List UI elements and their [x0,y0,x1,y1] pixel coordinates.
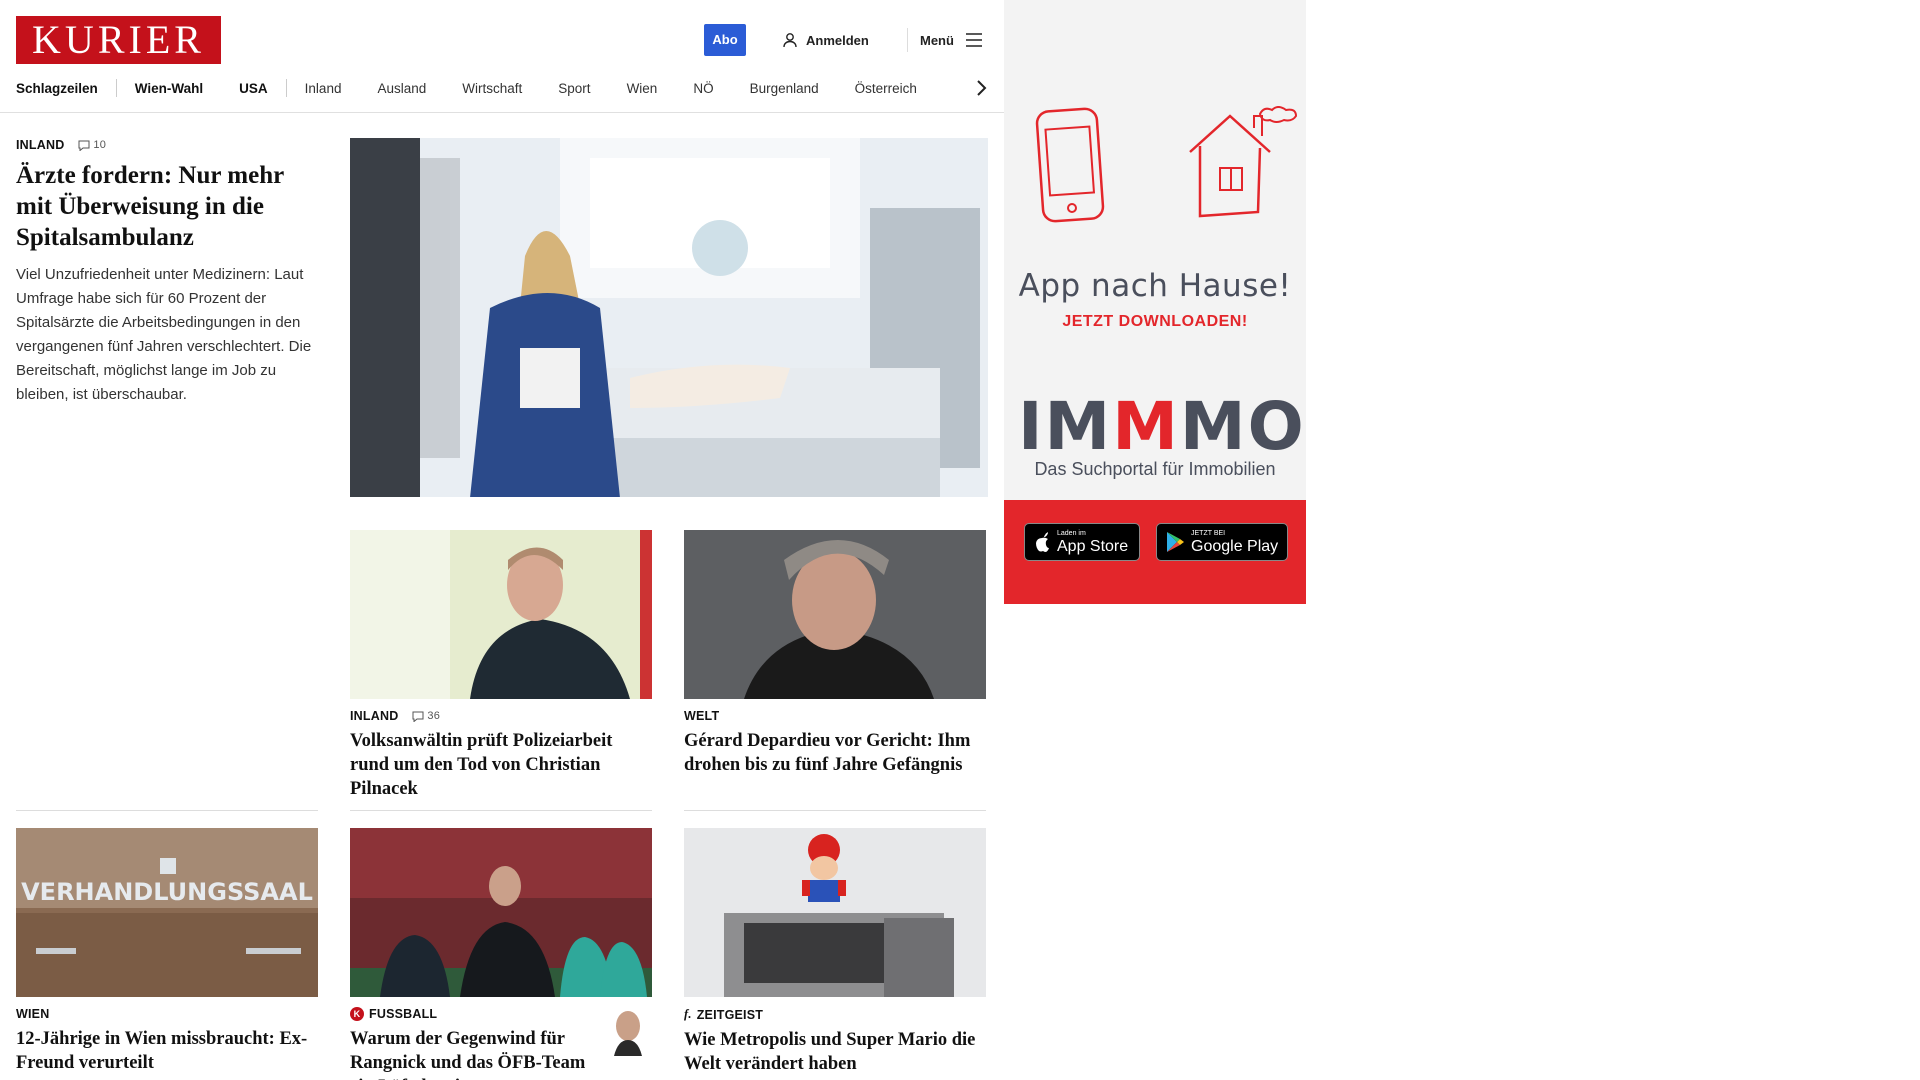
nav-item-usa[interactable]: USA [239,81,268,96]
card-headline[interactable]: Gérard Depardieu vor Gericht: Ihm drohen… [684,729,986,777]
news-page: KURIER Abo Anmelden Menü Schlagzeilen Wi… [0,0,1004,1080]
grid-divider [350,810,652,811]
lead-kicker: INLAND [16,138,65,152]
house-icon [1189,106,1298,218]
lead-comment-number: 10 [93,139,107,151]
immmo-logo: IMMMO [1018,392,1304,462]
login-label: Anmelden [806,32,869,48]
ad-cta[interactable]: JETZT DOWNLOADEN! [1004,313,1306,331]
article-card[interactable]: WELT Gérard Depardieu vor Gericht: Ihm d… [684,530,986,777]
lead-comment-count[interactable]: 10 [78,139,106,151]
nav-item-burgenland[interactable]: Burgenland [750,81,819,96]
article-image-courtroom-sign[interactable]: VERHANDLUNGSSAAL [16,828,318,997]
nav-item-wien-wahl[interactable]: Wien-Wahl [135,81,203,96]
app-store-small-text: Laden im [1057,529,1086,537]
smartphone-icon [1035,107,1105,223]
ad-tagline: App nach Hause! [1018,268,1292,304]
chevron-right-icon[interactable] [972,78,990,98]
comment-icon [78,140,90,151]
card-headline[interactable]: Volksanwältin prüft Polizeiarbeit rund u… [350,729,652,801]
nav-item-inland[interactable]: Inland [305,81,342,96]
article-card[interactable]: K FUSSBALL Warum der Gegenwind für Rangn… [350,828,652,1080]
article-card[interactable]: f. ZEITGEIST Wie Metropolis und Super Ma… [684,828,986,1076]
card-comment-count[interactable]: 36 [412,710,440,722]
nav-item-wien[interactable]: Wien [627,81,658,96]
google-play-small-text: JETZT BEI [1191,529,1226,537]
app-store-big-text: App Store [1057,537,1129,555]
article-image-depardieu[interactable] [684,530,986,699]
nav-item-sport[interactable]: Sport [558,81,590,96]
kurier-logo[interactable]: KURIER [16,16,221,64]
article-image-super-mario-console[interactable] [684,828,986,997]
article-image-rangnick-stadium[interactable] [350,828,652,997]
lead-article[interactable]: INLAND 10 Ärzte fordern: Nur mehr mit Üb… [16,138,320,407]
brand-part: IM [1018,388,1113,465]
grid-divider [684,810,986,811]
ad-subline: Das Suchportal für Immobilien [1034,459,1276,479]
immmo-ad-banner[interactable]: App nach Hause! JETZT DOWNLOADEN! IMMMO … [1004,0,1306,604]
brand-part: M [1112,388,1180,465]
card-comment-number: 36 [427,710,441,722]
comment-icon [412,711,424,722]
google-play-button[interactable]: JETZT BEI Google Play [1156,523,1288,561]
user-icon [783,33,797,48]
card-kicker: WELT [684,709,720,723]
article-card[interactable]: INLAND 36 Volksanwältin prüft Polizeiarb… [350,530,652,801]
lead-image-icu-nurse[interactable] [350,138,988,497]
article-card[interactable]: VERHANDLUNGSSAAL WIEN 12-Jährige in Wien… [16,828,318,1075]
image-sign-text: VERHANDLUNGSSAAL [21,878,313,906]
nav-separator [115,79,117,97]
nav-item-schlagzeilen[interactable]: Schlagzeilen [16,81,98,96]
card-kicker: FUSSBALL [369,1007,438,1021]
google-play-big-text: Google Play [1191,537,1279,555]
menu-label: Menü [920,32,954,48]
header-divider [907,28,908,52]
card-kicker: ZEITGEIST [696,1007,764,1022]
app-store-button[interactable]: Laden im App Store [1024,523,1140,561]
card-headline[interactable]: Warum der Gegenwind für Rangnick und das… [350,1027,602,1080]
grid-divider [16,810,318,811]
nav-item-ausland[interactable]: Ausland [377,81,426,96]
lead-teaser: Viel Unzufriedenheit unter Medizinern: L… [16,266,312,403]
zeitgeist-badge-icon: f. [684,1007,692,1021]
lead-headline[interactable]: Ärzte fordern: Nur mehr mit Überweisung … [16,160,320,253]
author-avatar[interactable] [608,1004,648,1056]
abo-button[interactable]: Abo [704,24,746,56]
section-nav: Schlagzeilen Wien-Wahl USA Inland Auslan… [16,78,987,98]
hamburger-icon [965,33,982,47]
card-headline[interactable]: Wie Metropolis und Super Mario die Welt … [684,1028,986,1076]
login-button[interactable]: Anmelden [782,30,869,50]
card-headline[interactable]: 12-Jährige in Wien missbraucht: Ex-Freun… [16,1027,318,1075]
nav-item-wirtschaft[interactable]: Wirtschaft [462,81,522,96]
article-image-man-jacket[interactable] [350,530,652,699]
nav-divider [0,112,1004,113]
apple-icon [1036,532,1049,552]
card-kicker: INLAND [350,709,399,723]
kurier-sport-badge-icon: K [350,1007,364,1021]
nav-separator [285,79,287,97]
google-play-icon [1167,532,1184,552]
brand-part: MO [1179,388,1306,465]
nav-item-noe[interactable]: NÖ [693,81,713,96]
nav-item-oesterreich[interactable]: Österreich [855,81,917,96]
menu-button[interactable]: Menü [920,30,982,50]
card-kicker: WIEN [16,1007,50,1021]
